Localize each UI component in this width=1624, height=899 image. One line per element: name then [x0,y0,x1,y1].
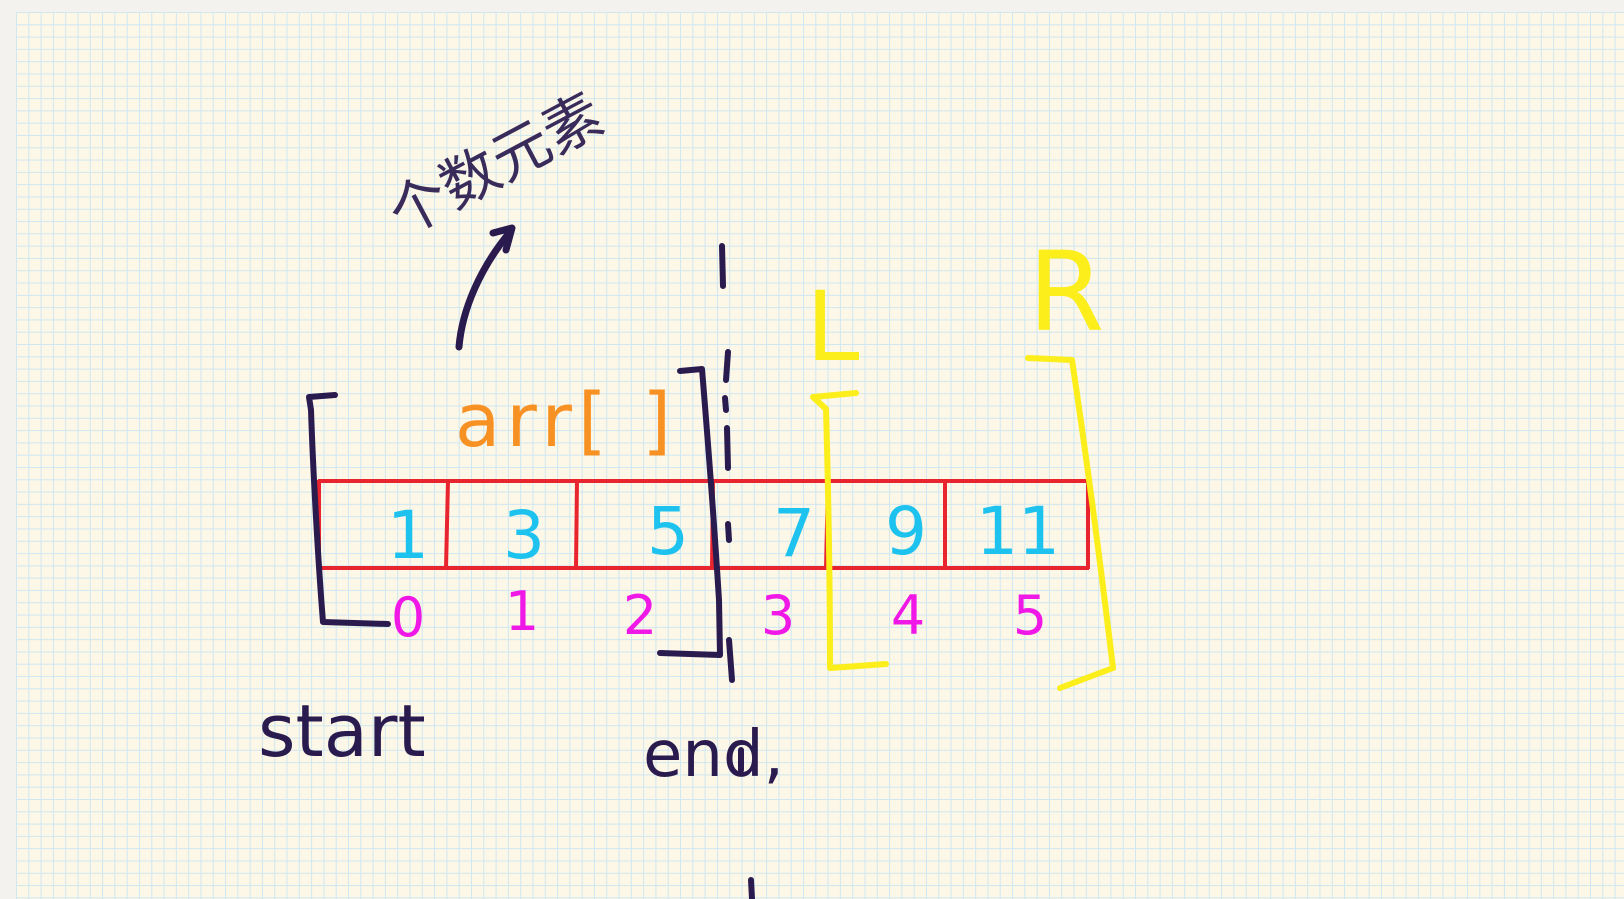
cell-value: 5 [647,493,689,570]
dash-segment [719,243,726,289]
note-arrow-stroke [455,228,514,351]
dash-segment [725,521,732,543]
array-name-label: arr[ ] [455,378,677,464]
index-label: 3 [761,584,795,647]
cell-value: 11 [976,493,1060,570]
cell-value: 3 [503,497,545,574]
cell-values: 1 3 5 7 9 11 [387,493,1060,574]
cell-value: 7 [773,495,815,572]
index-label: 1 [505,580,539,643]
index-label: 4 [891,584,925,647]
top-note-text: 个数元素 [377,80,614,249]
dash-segment [723,349,731,383]
index-label: 0 [391,586,425,649]
dash-segment [724,425,731,471]
left-label: L [806,271,859,383]
dash-segment [748,877,755,899]
end-label: end, [643,718,784,792]
array-cells [317,479,1090,570]
cell-value: 9 [885,493,927,570]
cell-divider [574,479,579,570]
start-label: start [258,689,426,773]
index-label: 2 [623,584,657,647]
cell-value: 1 [387,497,429,574]
top-note: 个数元素 [377,80,614,351]
split-dashed-line [719,243,755,899]
right-label: R [1028,228,1104,356]
yellow-open-bracket-icon [810,390,889,671]
index-label: 5 [1013,584,1047,647]
handwritten-diagram: 个数元素 arr[ ] 1 3 5 7 9 11 0 1 2 3 4 5 sta… [258,80,1116,899]
dash-segment [726,637,735,683]
dash-segment [722,395,729,413]
left-range-bracket [810,355,1116,691]
cell-divider [444,479,450,570]
